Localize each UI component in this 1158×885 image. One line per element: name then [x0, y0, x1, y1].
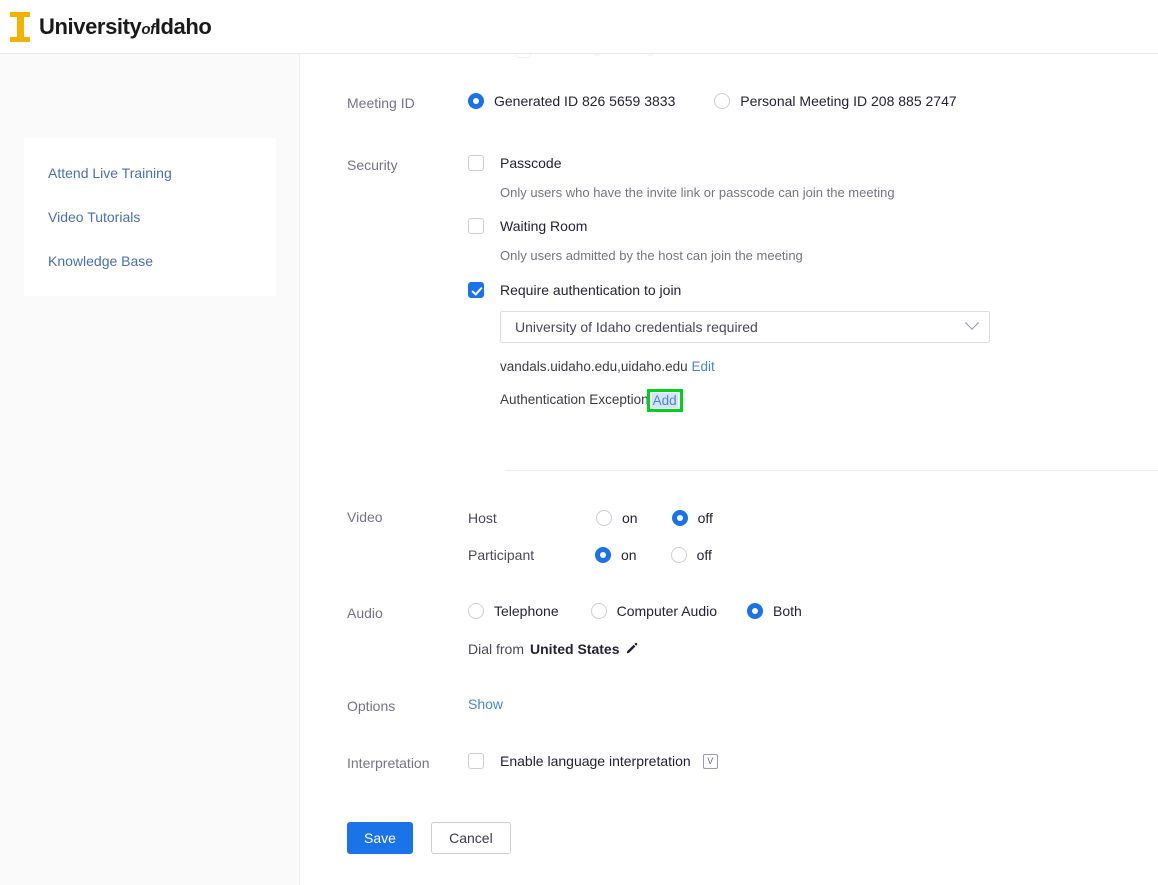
add-authentication-exception-link[interactable]: Add [651, 393, 678, 408]
security-label: Security [347, 157, 398, 173]
radio-video-host-on-label: on [622, 510, 638, 526]
interpretation-info-badge-icon[interactable]: V [702, 753, 718, 769]
logo-wordmark: UniversityofIdaho [39, 13, 212, 40]
radio-video-host-off[interactable]: off [671, 510, 713, 526]
recurring-meeting-label: Recurring meeting [540, 54, 654, 56]
authentication-domains-line: vandals.uidaho.edu,uidaho.edu Edit [500, 359, 1158, 374]
authentication-exception-label: Authentication Exception [500, 392, 649, 407]
authentication-method-select[interactable]: University of Idaho credentials required [500, 311, 990, 343]
checkbox-passcode-label: Passcode [500, 155, 562, 171]
logo-word-university: University [39, 13, 142, 39]
radio-video-participant-on-label: on [621, 547, 637, 563]
radio-generated-id[interactable]: Generated ID 826 5659 3833 [468, 93, 675, 109]
video-host-row: Host on off [468, 507, 1158, 529]
radio-video-host-on-indicator [596, 510, 612, 526]
authentication-domains-value: vandals.uidaho.edu,uidaho.edu [500, 359, 688, 374]
video-row: Video Host on off Participant on off [300, 507, 1158, 566]
radio-video-host-on[interactable]: on [596, 510, 638, 526]
checkbox-passcode-box [468, 155, 484, 171]
edit-domains-link[interactable]: Edit [691, 359, 714, 374]
sidebar-link-attend-live-training[interactable]: Attend Live Training [24, 164, 276, 182]
checkbox-waiting-room[interactable]: Waiting Room [468, 218, 1158, 234]
radio-generated-id-label: Generated ID 826 5659 3833 [494, 93, 676, 109]
checkbox-require-authentication-box [468, 282, 484, 298]
interpretation-label: Interpretation [347, 755, 430, 771]
checkbox-enable-language-interpretation-label: Enable language interpretation [500, 753, 691, 769]
video-participant-label: Participant [468, 547, 535, 563]
radio-video-participant-off-label: off [696, 547, 712, 563]
radio-audio-computer-label: Computer Audio [616, 603, 718, 619]
radio-video-participant-on[interactable]: on [595, 547, 637, 563]
video-label: Video [347, 509, 383, 525]
dial-from-line: Dial from United States [468, 641, 1158, 657]
logo-word-of: of [141, 20, 155, 38]
idaho-i-logo-icon [10, 11, 30, 42]
sidebar-link-video-tutorials[interactable]: Video Tutorials [24, 208, 276, 226]
meeting-id-label: Meeting ID [347, 95, 415, 111]
radio-audio-computer[interactable]: Computer Audio [590, 603, 718, 619]
radio-audio-both-indicator [747, 603, 764, 619]
audio-options: Telephone Computer Audio Both [468, 603, 1158, 619]
radio-video-participant-off[interactable]: off [670, 547, 712, 563]
checkbox-passcode[interactable]: Passcode [468, 155, 1158, 171]
radio-audio-both-label: Both [773, 603, 802, 619]
checkbox-enable-language-interpretation-box [468, 753, 484, 769]
app-header: UniversityofIdaho [0, 0, 1158, 54]
audio-row: Audio Telephone Computer Audio Both Dial… [300, 603, 1158, 657]
pencil-icon[interactable] [625, 642, 639, 656]
radio-personal-meeting-id-indicator [714, 93, 731, 109]
options-row: Options Show [300, 696, 1158, 716]
sidebar-help-card: Attend Live Training Video Tutorials Kno… [24, 138, 276, 296]
radio-video-participant-on-indicator [595, 547, 611, 563]
form-actions-row: Save Cancel [300, 822, 1158, 854]
radio-audio-both[interactable]: Both [747, 603, 802, 619]
radio-personal-meeting-id-label: Personal Meeting ID 208 885 2747 [740, 93, 957, 109]
checkbox-require-authentication[interactable]: Require authentication to join [468, 282, 1158, 298]
options-label: Options [347, 698, 396, 714]
sidebar: Account Management Advanced Attend Live … [0, 5, 300, 885]
radio-personal-meeting-id[interactable]: Personal Meeting ID 208 885 2747 [714, 93, 957, 109]
meeting-id-row: Meeting ID Generated ID 826 5659 3833 Pe… [300, 93, 1158, 113]
save-button[interactable]: Save [347, 822, 413, 854]
university-logo[interactable]: UniversityofIdaho [10, 11, 212, 42]
checkbox-enable-language-interpretation[interactable]: Enable language interpretation V [468, 753, 1158, 769]
schedule-meeting-form: Recurring meeting Meeting ID Generated I… [300, 54, 1158, 885]
radio-generated-id-indicator [468, 93, 484, 109]
radio-audio-telephone[interactable]: Telephone [468, 603, 559, 619]
actions-spacer [300, 822, 347, 854]
add-exception-annotation-highlight: Add [646, 389, 683, 412]
security-row: Security Passcode Only users who have th… [300, 155, 1158, 412]
recurring-meeting-checkbox[interactable] [515, 54, 531, 58]
radio-audio-computer-indicator [590, 603, 607, 619]
waiting-room-helper-text: Only users admitted by the host can join… [500, 248, 803, 263]
options-show-link[interactable]: Show [468, 696, 503, 712]
video-host-label: Host [468, 510, 497, 526]
sidebar-link-knowledge-base[interactable]: Knowledge Base [24, 252, 276, 270]
checkbox-require-authentication-label: Require authentication to join [500, 282, 682, 298]
audio-label: Audio [347, 605, 383, 621]
radio-video-host-off-label: off [697, 510, 713, 526]
radio-video-host-off-indicator [671, 510, 688, 526]
dial-from-country: United States [530, 641, 620, 657]
dial-from-prefix: Dial from [468, 641, 525, 657]
video-participant-row: Participant on off [468, 544, 1158, 566]
section-divider [505, 470, 1158, 471]
interpretation-row: Interpretation Enable language interpret… [300, 753, 1158, 773]
logo-word-idaho: Idaho [154, 13, 212, 39]
radio-audio-telephone-indicator [468, 603, 484, 619]
passcode-helper-text: Only users who have the invite link or p… [500, 185, 895, 200]
checkbox-waiting-room-box [468, 218, 484, 234]
chevron-down-icon [964, 315, 980, 330]
radio-video-participant-off-indicator [670, 547, 687, 563]
authentication-method-value: University of Idaho credentials required [515, 319, 758, 335]
cancel-button[interactable]: Cancel [430, 822, 511, 854]
radio-audio-telephone-label: Telephone [494, 603, 559, 619]
authentication-exception-line: Authentication Exception Add [500, 388, 1158, 412]
checkbox-waiting-room-label: Waiting Room [500, 218, 588, 234]
